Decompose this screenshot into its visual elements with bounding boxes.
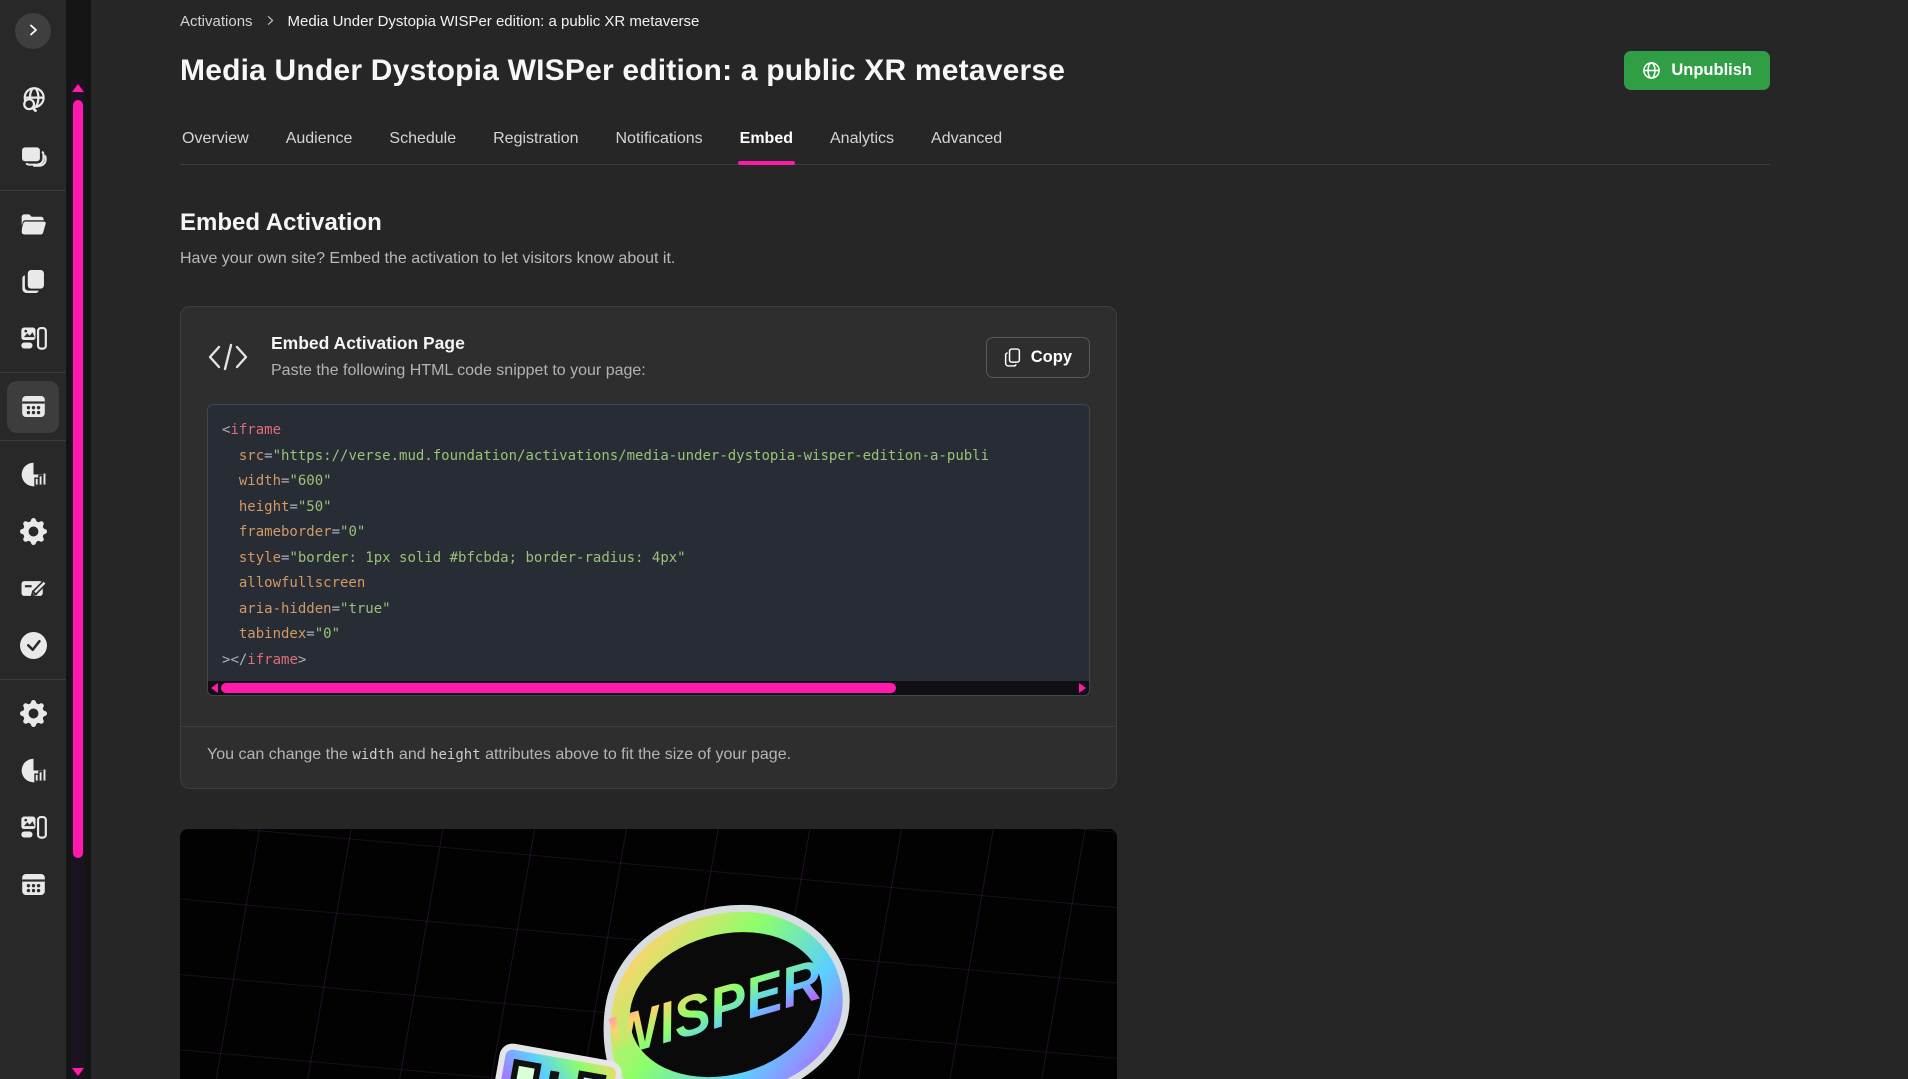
- breadcrumb-root-link[interactable]: Activations: [180, 13, 253, 30]
- gear-icon: [7, 506, 59, 558]
- code-line: allowfullscreen: [222, 571, 1075, 597]
- breadcrumb-chevron-icon: [265, 13, 276, 30]
- sidebar-divider: [0, 190, 66, 191]
- embed-card-subtitle: Paste the following HTML code snippet to…: [271, 362, 986, 380]
- sidebar-divider: [0, 372, 66, 373]
- wisper-logo: WISPER mu: [455, 889, 895, 1079]
- embed-card: Embed Activation Page Paste the followin…: [180, 306, 1117, 789]
- code-block[interactable]: <iframe src="https://verse.mud.foundatio…: [208, 405, 1089, 681]
- calendar-icon: [7, 859, 59, 911]
- copy-pages-icon: [7, 256, 59, 308]
- code-tag-icon: [207, 339, 249, 380]
- pie-chart-icon: [7, 745, 59, 797]
- pie-chart-icon: [7, 449, 59, 501]
- code-line: src="https://verse.mud.foundation/activa…: [222, 444, 1075, 470]
- code-line: ></iframe>: [222, 648, 1075, 674]
- chevron-right-icon: [25, 22, 41, 41]
- sidebar-item-layers[interactable]: [0, 128, 66, 185]
- globe-icon: [1642, 61, 1661, 80]
- embed-card-footer: You can change the width and height attr…: [181, 727, 1116, 788]
- sidebar-divider: [0, 440, 66, 441]
- code-line: width="600": [222, 469, 1075, 495]
- sidebar-item-calendar[interactable]: [0, 856, 66, 913]
- code-line: aria-hidden="true": [222, 597, 1075, 623]
- copy-button[interactable]: Copy: [986, 337, 1090, 378]
- sidebar-item-pie-chart[interactable]: [0, 742, 66, 799]
- section-heading: Embed Activation: [180, 209, 1770, 237]
- embed-card-title: Embed Activation Page: [271, 333, 986, 354]
- code-hscrollbar: [208, 681, 1089, 695]
- breadcrumb: Activations Media Under Dystopia WISPer …: [180, 13, 1770, 30]
- sidebar-expand-button[interactable]: [15, 13, 51, 49]
- tab-analytics[interactable]: Analytics: [828, 124, 896, 164]
- sidebar-item-gear[interactable]: [0, 503, 66, 560]
- qr-code-sticker: mu: [484, 1045, 621, 1079]
- code-line: tabindex="0": [222, 622, 1075, 648]
- code-line: frameborder="0": [222, 520, 1075, 546]
- height-attr-code: height: [430, 747, 481, 763]
- scroll-down-arrow-icon[interactable]: [72, 1068, 84, 1076]
- width-attr-code: width: [352, 747, 394, 763]
- scroll-left-arrow-icon[interactable]: [211, 683, 218, 693]
- tab-schedule[interactable]: Schedule: [387, 124, 458, 164]
- scroll-right-arrow-icon[interactable]: [1079, 683, 1086, 693]
- tab-bar: Overview Audience Schedule Registration Noti…: [180, 124, 1770, 165]
- tab-overview[interactable]: Overview: [180, 124, 251, 164]
- gear-icon: [7, 688, 59, 740]
- sidebar-scroll-gutter: [66, 0, 91, 1079]
- sidebar-item-globe-search[interactable]: [0, 71, 66, 128]
- sidebar-item-media-kit[interactable]: [0, 310, 66, 367]
- code-line: height="50": [222, 495, 1075, 521]
- unpublish-button[interactable]: Unpublish: [1624, 51, 1770, 90]
- tab-embed[interactable]: Embed: [738, 124, 795, 164]
- page-title: Media Under Dystopia WISPer edition: a p…: [180, 54, 1065, 88]
- tab-audience[interactable]: Audience: [284, 124, 355, 164]
- sidebar-item-pie-chart[interactable]: [0, 446, 66, 503]
- main-content: Activations Media Under Dystopia WISPer …: [91, 0, 1908, 1079]
- sidebar-item-gear[interactable]: [0, 685, 66, 742]
- section-description: Have your own site? Embed the activation…: [180, 250, 1770, 268]
- sidebar-item-folder[interactable]: [0, 196, 66, 253]
- tab-registration[interactable]: Registration: [491, 124, 580, 164]
- sidebar-item-media-kit[interactable]: [0, 799, 66, 856]
- folder-icon: [7, 199, 59, 251]
- globe-search-icon: [7, 74, 59, 126]
- breadcrumb-current: Media Under Dystopia WISPer edition: a p…: [288, 13, 700, 30]
- check-circle-icon: [7, 620, 59, 672]
- code-line: style="border: 1px solid #bfcbda; border…: [222, 546, 1075, 572]
- tab-notifications[interactable]: Notifications: [614, 124, 705, 164]
- media-kit-icon: [7, 802, 59, 854]
- code-hscrollbar-track[interactable]: [221, 683, 1076, 693]
- code-snippet-container: <iframe src="https://verse.mud.foundatio…: [207, 404, 1090, 696]
- sidebar-items: [0, 71, 66, 913]
- sidebar-divider: [0, 679, 66, 680]
- sidebar-item-check-circle[interactable]: [0, 617, 66, 674]
- media-kit-icon: [7, 313, 59, 365]
- code-hscrollbar-thumb[interactable]: [221, 683, 896, 693]
- sidebar-item-message-edit[interactable]: [0, 560, 66, 617]
- sidebar-item-calendar[interactable]: [0, 378, 66, 435]
- layers-icon: [7, 131, 59, 183]
- code-line: <iframe: [222, 418, 1075, 444]
- copy-icon: [1004, 348, 1021, 367]
- tab-advanced[interactable]: Advanced: [929, 124, 1004, 164]
- calendar-icon: [7, 381, 59, 433]
- sidebar-scrollbar-thumb[interactable]: [73, 100, 83, 858]
- sidebar-item-copy-pages[interactable]: [0, 253, 66, 310]
- sidebar-scrollbar-track[interactable]: [71, 80, 85, 1079]
- activation-preview-image: WISPER mu: [180, 829, 1117, 1079]
- message-edit-icon: [7, 563, 59, 615]
- sidebar: [0, 0, 66, 1079]
- scroll-up-arrow-icon[interactable]: [72, 84, 84, 92]
